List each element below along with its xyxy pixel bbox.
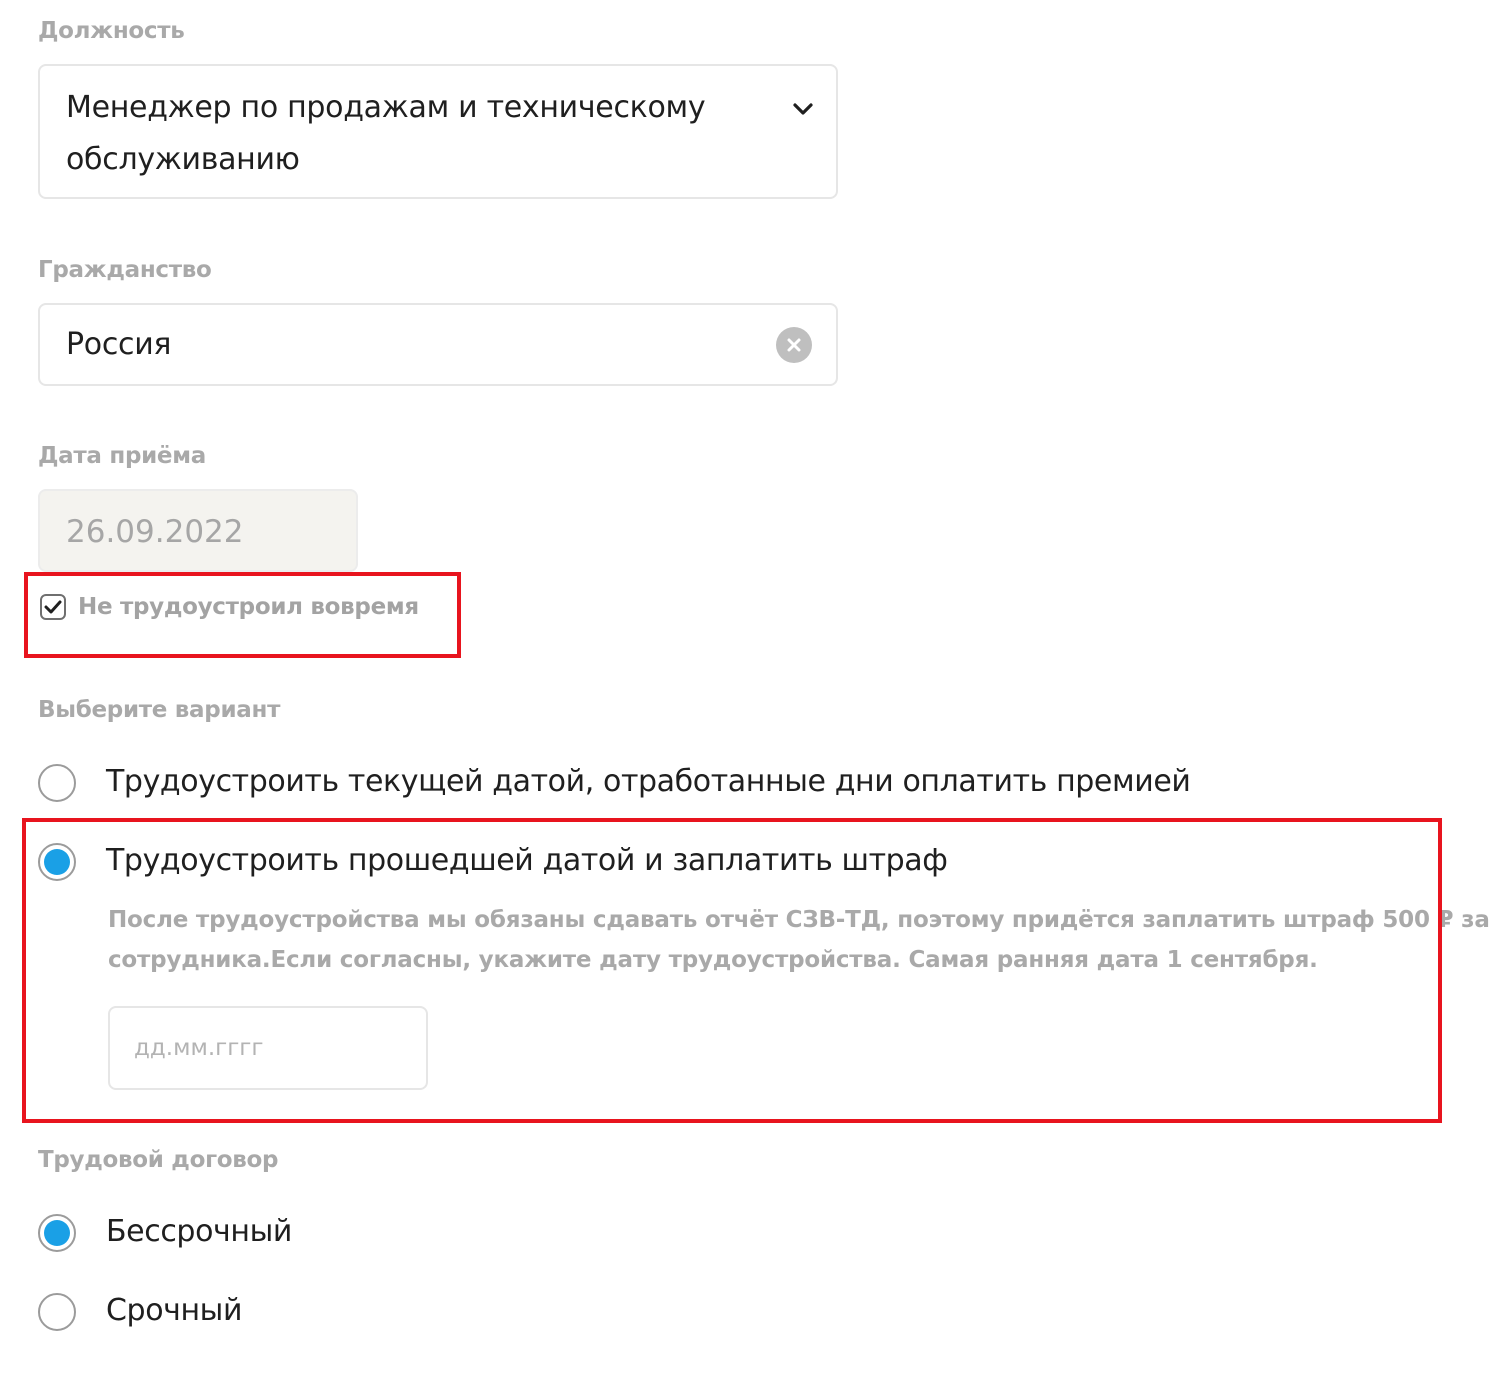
variant-past-date-radio[interactable]: [38, 843, 76, 881]
checkmark-icon: [44, 600, 62, 614]
chevron-down-icon: [793, 103, 813, 115]
citizenship-value: Россия: [66, 327, 172, 362]
citizenship-input[interactable]: Россия: [38, 303, 838, 386]
contract-fixed-term-label[interactable]: Срочный: [106, 1293, 242, 1328]
employment-date-input[interactable]: [108, 1006, 428, 1090]
contract-permanent-label[interactable]: Бессрочный: [106, 1214, 292, 1249]
fine-hint-line1: После трудоустройства мы обязаны сдавать…: [108, 907, 1490, 933]
clear-icon[interactable]: [776, 327, 812, 363]
contract-fixed-term-radio[interactable]: [38, 1293, 76, 1331]
not-hired-on-time-checkbox[interactable]: [40, 594, 66, 620]
position-label: Должность: [38, 18, 185, 44]
position-value-line2: обслуживанию: [66, 142, 300, 177]
radio-selected-dot: [44, 849, 70, 875]
fine-hint-line2: сотрудника.Если согласны, укажите дату т…: [108, 947, 1318, 973]
position-select[interactable]: Менеджер по продажам и техническому обсл…: [38, 64, 838, 199]
citizenship-label: Гражданство: [38, 257, 212, 283]
position-value-line1: Менеджер по продажам и техническому: [66, 90, 706, 125]
variant-current-date-label[interactable]: Трудоустроить текущей датой, отработанны…: [106, 764, 1191, 799]
radio-selected-dot: [44, 1220, 70, 1246]
variant-past-date-label[interactable]: Трудоустроить прошедшей датой и заплатит…: [106, 843, 948, 878]
hire-date-field: 26.09.2022: [38, 489, 358, 572]
variant-current-date-radio[interactable]: [38, 764, 76, 802]
variant-label: Выберите вариант: [38, 697, 281, 723]
contract-permanent-radio[interactable]: [38, 1214, 76, 1252]
not-hired-on-time-label: Не трудоустроил вовремя: [78, 594, 419, 620]
contract-label: Трудовой договор: [38, 1147, 279, 1173]
hire-date-label: Дата приёма: [38, 443, 206, 469]
